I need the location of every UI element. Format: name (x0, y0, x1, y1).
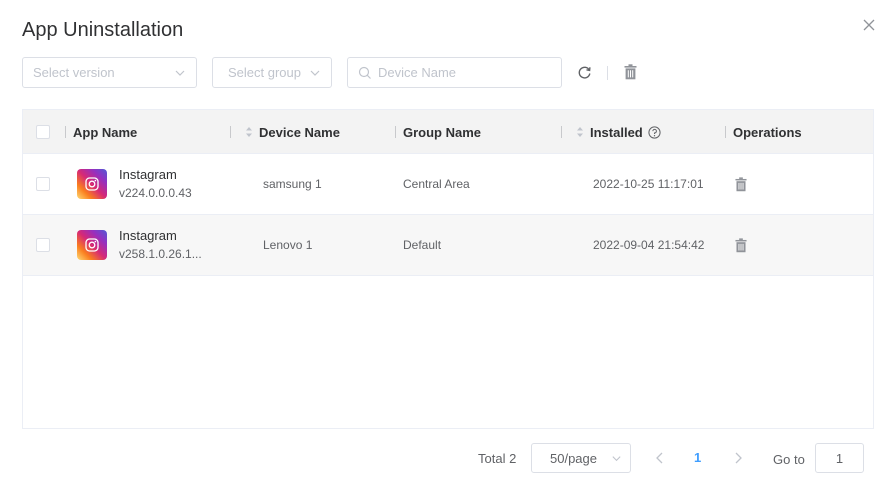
app-name: Instagram (119, 228, 177, 243)
sort-icon[interactable] (245, 126, 253, 138)
column-header-device-name[interactable]: Device Name (245, 110, 340, 154)
trash-icon[interactable] (624, 64, 637, 80)
version-select-placeholder: Select version (33, 65, 115, 80)
table-row[interactable]: Instagram v224.0.0.0.43 samsung 1 Centra… (23, 154, 873, 215)
app-version: v258.1.0.26.1... (119, 247, 202, 261)
goto-page-input[interactable] (815, 443, 864, 473)
pagination: Total 2 50/page 1 Go to (0, 443, 895, 473)
installed-cell: 2022-10-25 11:17:01 (593, 177, 704, 191)
app-cell: Instagram v224.0.0.0.43 (77, 154, 192, 214)
device-name-cell: samsung 1 (263, 177, 322, 191)
column-divider (230, 126, 231, 138)
page-size-select[interactable]: 50/page (531, 443, 631, 473)
column-divider (561, 126, 562, 138)
app-name-header-label: App Name (73, 124, 138, 140)
chevron-down-icon (175, 70, 185, 76)
select-all-cell (36, 110, 50, 154)
chevron-down-icon (612, 456, 621, 462)
operations-header-label: Operations (733, 124, 802, 140)
chevron-right-icon[interactable] (732, 451, 744, 465)
chevron-down-icon (310, 70, 320, 76)
column-divider (725, 126, 726, 138)
trash-icon[interactable] (735, 237, 747, 253)
column-divider (65, 126, 66, 138)
app-name: Instagram (119, 167, 177, 182)
help-icon[interactable] (648, 125, 661, 139)
column-header-installed[interactable]: Installed (576, 110, 661, 154)
device-search-input[interactable] (378, 65, 548, 80)
close-icon[interactable] (862, 18, 876, 32)
row-checkbox[interactable] (36, 177, 50, 191)
column-header-operations: Operations (733, 110, 802, 154)
installed-header-label: Installed (590, 124, 643, 140)
sort-icon[interactable] (576, 126, 584, 138)
app-table: App Name Device Name Group Name Installe… (22, 109, 874, 429)
page-number-current[interactable]: 1 (694, 450, 701, 465)
row-select-cell (36, 215, 50, 275)
column-header-group-name: Group Name (403, 110, 481, 154)
operations-cell (735, 154, 747, 214)
row-checkbox[interactable] (36, 238, 50, 252)
operations-cell (735, 215, 747, 275)
column-divider (395, 126, 396, 138)
trash-icon[interactable] (735, 176, 747, 192)
table-row[interactable]: Instagram v258.1.0.26.1... Lenovo 1 Defa… (23, 215, 873, 276)
installed-cell: 2022-09-04 21:54:42 (593, 238, 705, 252)
app-version: v224.0.0.0.43 (119, 186, 192, 200)
table-header: App Name Device Name Group Name Installe… (23, 110, 873, 154)
app-cell: Instagram v258.1.0.26.1... (77, 215, 202, 275)
total-count: Total 2 (478, 451, 517, 466)
filter-toolbar: Select version Select group (22, 57, 882, 88)
instagram-icon (77, 169, 107, 199)
device-name-header-label: Device Name (259, 124, 340, 140)
group-select[interactable]: Select group (212, 57, 332, 88)
chevron-left-icon[interactable] (654, 451, 666, 465)
refresh-icon[interactable] (577, 65, 592, 80)
version-select[interactable]: Select version (22, 57, 197, 88)
goto-label: Go to (773, 452, 805, 467)
select-all-checkbox[interactable] (36, 125, 50, 139)
search-icon (358, 66, 371, 79)
row-select-cell (36, 154, 50, 214)
group-name-cell: Default (403, 238, 442, 252)
device-name-cell: Lenovo 1 (263, 238, 313, 252)
instagram-icon (77, 230, 107, 260)
app-uninstallation-dialog: App Uninstallation Select version Select… (0, 0, 895, 495)
group-name-header-label: Group Name (403, 124, 482, 140)
page-size-value: 50/page (550, 450, 597, 466)
toolbar-divider (607, 66, 608, 80)
group-name-cell: Central Area (403, 177, 470, 191)
group-select-placeholder: Select group (228, 65, 301, 80)
dialog-title: App Uninstallation (22, 19, 184, 41)
device-search-box (347, 57, 562, 88)
column-header-app-name: App Name (73, 110, 137, 154)
